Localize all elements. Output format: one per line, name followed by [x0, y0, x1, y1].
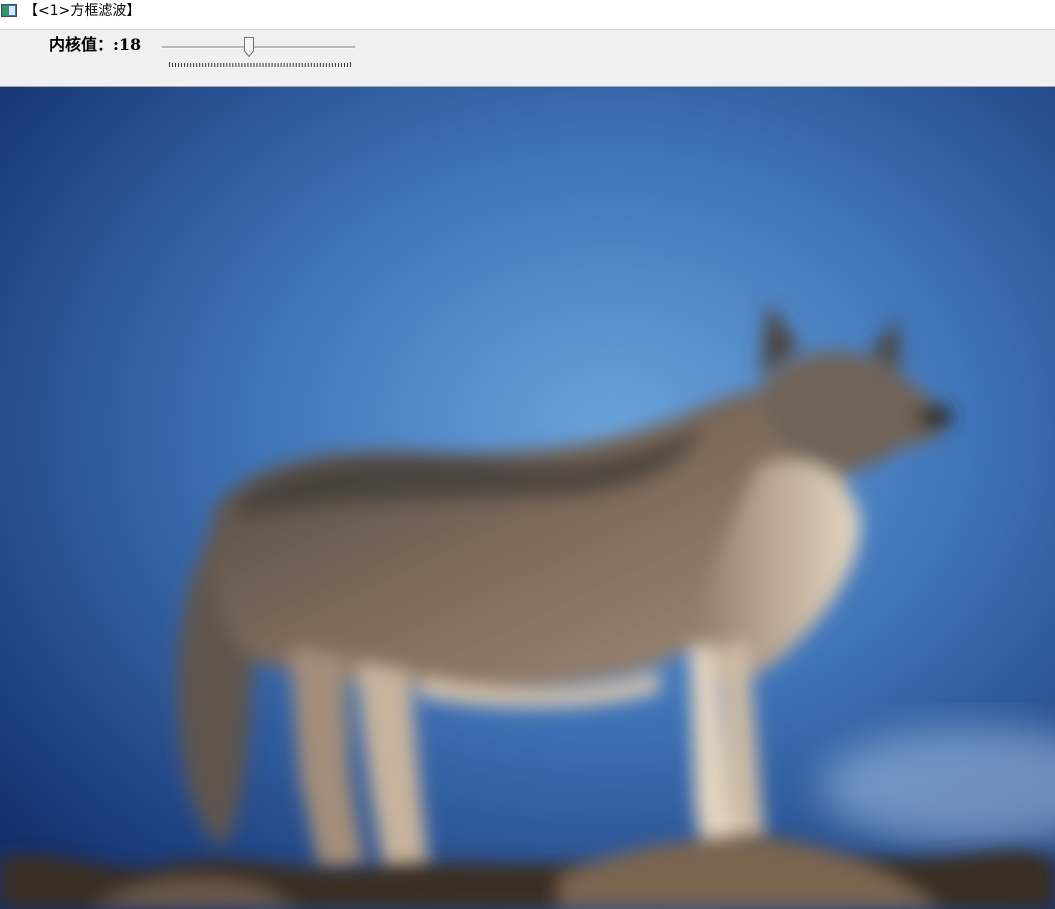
app-window: 【<1>方框滤波】 内核值：:18 [0, 0, 1055, 909]
window-title: 【<1>方框滤波】 [24, 3, 141, 19]
trackbar-panel: 内核值：:18 [0, 30, 1055, 87]
filtered-image [0, 87, 1055, 909]
slider-tick-marks [169, 62, 351, 67]
slider-thumb[interactable] [244, 37, 255, 57]
wolf-photo-icon [0, 87, 1055, 909]
trackbar-label: 内核值：:18 [49, 35, 142, 54]
window-app-icon [1, 4, 17, 17]
kernel-size-slider[interactable] [160, 36, 360, 70]
title-bar[interactable]: 【<1>方框滤波】 [0, 0, 1055, 30]
slider-track[interactable] [162, 46, 355, 49]
